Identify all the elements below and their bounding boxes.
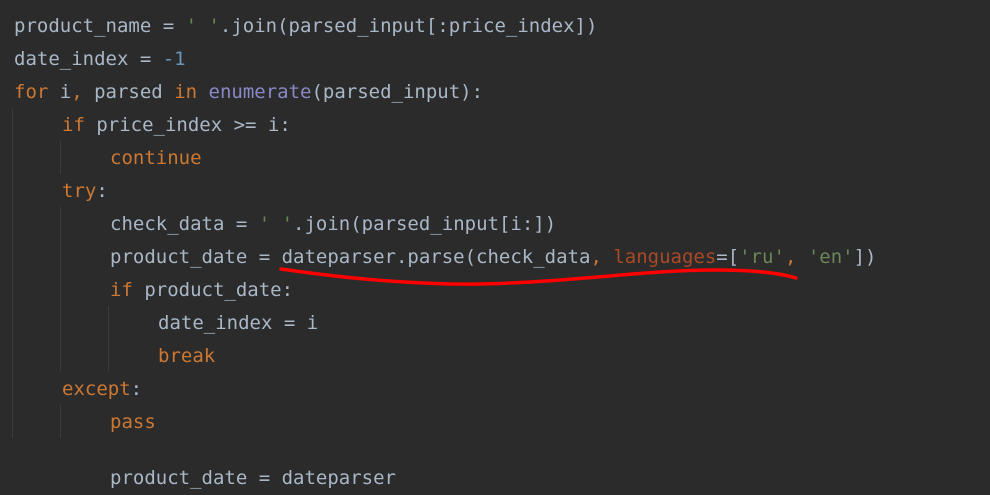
code-line: break — [158, 340, 215, 373]
code-token: product_date = dateparser — [110, 467, 396, 489]
code-token: 'ru' — [739, 246, 785, 268]
code-token: ]) — [853, 246, 877, 268]
indent-guide-line — [60, 207, 61, 372]
code-token: continue — [110, 147, 202, 169]
code-token: date_index = — [14, 48, 163, 70]
indent-guide-line — [108, 306, 109, 372]
code-line: except: — [62, 373, 142, 406]
code-line: check_data = ' '.join(parsed_input[i:]) — [110, 208, 556, 241]
code-line: if price_index >= i: — [62, 109, 291, 142]
code-editor[interactable]: product_name = ' '.join(parsed_input[:pr… — [0, 0, 990, 489]
indent-guide-line — [60, 405, 61, 438]
code-token: , — [784, 246, 808, 268]
code-token: .join(parsed_input[:price_index]) — [219, 15, 598, 37]
code-token: product_name = — [14, 15, 186, 37]
code-token: ' ' — [185, 15, 220, 37]
code-line: date_index = i — [158, 307, 318, 340]
code-token: enumerate — [208, 81, 312, 103]
code-token: : — [130, 378, 143, 400]
code-line: product_date = dateparser.parse(check_da… — [110, 241, 876, 274]
code-token: parsed — [94, 81, 175, 103]
code-token: if — [110, 279, 145, 301]
code-token: -1 — [162, 48, 186, 70]
code-token: except — [62, 378, 131, 400]
code-line: product_date = dateparser — [110, 462, 396, 495]
indent-guide-line — [60, 141, 61, 174]
code-token: pass — [110, 411, 156, 433]
code-token: date_index = i — [158, 312, 319, 334]
code-line: for i, parsed in enumerate(parsed_input)… — [14, 76, 483, 109]
code-line: if product_date: — [110, 274, 293, 307]
code-token: price_index >= i: — [96, 114, 291, 136]
code-line: continue — [110, 142, 202, 175]
code-token: in — [174, 81, 209, 103]
code-token: product_date = dateparser.parse(check_da… — [110, 246, 591, 268]
code-line: product_name = ' '.join(parsed_input[:pr… — [14, 10, 597, 43]
code-token: .join(parsed_input[i:]) — [293, 213, 557, 235]
code-token: : — [96, 180, 108, 202]
code-token: if — [62, 114, 97, 136]
code-token: , — [590, 246, 614, 268]
code-token: try — [62, 180, 97, 202]
code-token: =[ — [716, 246, 740, 268]
indent-guide-line — [12, 108, 13, 438]
code-token: check_data = — [110, 213, 259, 235]
code-line: try: — [62, 175, 108, 208]
code-token: 'en' — [807, 246, 854, 268]
code-token: , — [71, 81, 95, 103]
code-token: ' ' — [258, 213, 294, 235]
code-token: product_date: — [144, 279, 294, 301]
code-token: i — [59, 81, 72, 103]
code-token: languages — [613, 246, 717, 268]
code-line: date_index = -1 — [14, 43, 186, 76]
code-token: for — [14, 81, 60, 103]
code-token: break — [158, 345, 216, 367]
code-token: (parsed_input): — [311, 81, 484, 103]
code-line: pass — [110, 406, 156, 439]
